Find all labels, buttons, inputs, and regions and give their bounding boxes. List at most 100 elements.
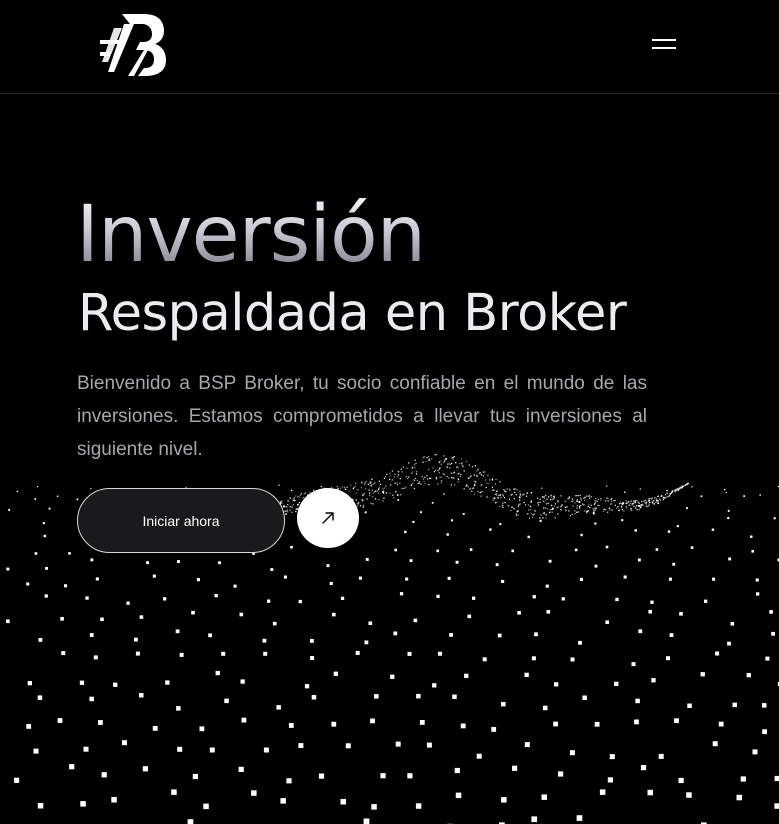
particle-dot <box>365 488 367 490</box>
particle-dot <box>653 499 656 502</box>
particle-dot <box>718 721 724 727</box>
particle-dot <box>479 472 481 474</box>
particle-dot <box>346 486 348 488</box>
particle-dot <box>240 679 245 684</box>
particle-dot <box>539 517 541 519</box>
particle-dot <box>594 721 600 727</box>
particle-dot <box>610 503 612 505</box>
particle-dot <box>481 484 483 486</box>
particle-dot <box>774 803 779 809</box>
particle-dot <box>298 599 302 604</box>
particle-dot <box>462 466 464 468</box>
particle-dot <box>83 746 89 752</box>
particle-dot <box>579 494 581 496</box>
hero-description: Bienvenido a BSP Broker, tu socio confia… <box>77 373 647 460</box>
particle-dot <box>576 507 578 509</box>
particle-dot <box>368 489 370 491</box>
particle-dot <box>666 492 668 494</box>
particle-dot <box>503 488 505 491</box>
particle-dot <box>295 495 297 497</box>
particle-dot <box>37 803 44 809</box>
particle-dot <box>371 489 373 491</box>
particle-dot <box>26 582 30 586</box>
particle-dot <box>251 790 257 796</box>
particle-dot <box>634 500 636 502</box>
particle-dot <box>543 496 545 498</box>
menu-button[interactable] <box>645 30 683 58</box>
particle-dot <box>374 482 376 484</box>
particle-dot <box>457 481 459 483</box>
particle-dot <box>628 504 630 506</box>
particle-dot <box>499 481 501 483</box>
particle-dot <box>600 497 602 500</box>
particle-dot <box>437 483 439 485</box>
particle-dot <box>595 497 597 500</box>
particle-dot <box>491 727 497 732</box>
menu-line-icon <box>652 39 676 41</box>
particle-dot <box>691 486 693 488</box>
particle-dot <box>146 561 149 565</box>
particle-dot <box>495 502 497 504</box>
particle-dot <box>435 478 437 480</box>
particle-dot <box>687 703 692 708</box>
particle-dot <box>648 498 650 500</box>
particle-dot <box>394 548 397 552</box>
particle-dot <box>424 483 426 485</box>
particle-dot <box>429 477 431 479</box>
particle-dot <box>362 494 364 497</box>
particle-dot <box>384 476 387 478</box>
particle-dot <box>100 617 104 622</box>
particle-dot <box>585 510 588 512</box>
particle-dot <box>649 497 651 500</box>
particle-dot <box>629 503 631 505</box>
particle-dot <box>517 505 520 507</box>
particle-dot <box>519 493 521 495</box>
particle-dot <box>532 595 536 599</box>
particle-dot <box>502 495 504 497</box>
particle-dot <box>584 499 586 501</box>
particle-dot <box>507 505 510 507</box>
particle-dot <box>641 500 643 503</box>
particle-dot <box>594 522 597 525</box>
particle-dot <box>399 477 401 480</box>
particle-dot <box>473 474 475 476</box>
particle-dot <box>440 480 443 482</box>
particle-dot <box>372 503 374 505</box>
particle-dot <box>165 680 170 685</box>
particle-dot <box>196 578 200 582</box>
particle-dot <box>576 815 583 821</box>
particle-dot <box>634 719 639 725</box>
particle-dot <box>297 495 299 498</box>
particle-dot <box>457 473 459 475</box>
particle-dot <box>175 629 180 634</box>
particle-dot <box>152 726 158 731</box>
particle-dot <box>587 495 589 497</box>
particle-dot <box>533 513 535 515</box>
particle-dot <box>547 502 549 504</box>
particle-dot <box>548 512 551 514</box>
particle-dot <box>332 612 336 617</box>
particle-dot <box>304 684 310 689</box>
particle-dot <box>371 484 373 486</box>
particle-dot <box>639 488 641 490</box>
particle-dot <box>364 640 369 645</box>
particle-dot <box>607 777 613 783</box>
arrow-button[interactable] <box>297 488 359 548</box>
particle-dot <box>657 502 659 505</box>
particle-dot <box>199 726 205 732</box>
particle-dot <box>654 497 656 499</box>
particle-dot <box>372 496 374 498</box>
particle-dot <box>587 505 589 508</box>
particle-dot <box>90 488 92 490</box>
particle-dot <box>488 482 490 484</box>
particle-dot <box>287 511 289 513</box>
particle-dot <box>412 520 415 523</box>
particle-dot <box>340 596 345 600</box>
particle-dot <box>677 489 679 491</box>
particle-dot <box>383 487 386 489</box>
particle-dot <box>588 495 590 497</box>
particle-dot <box>550 496 552 498</box>
start-now-button[interactable]: Iniciar ahora <box>77 488 285 553</box>
bsp-logo[interactable] <box>100 10 170 80</box>
particle-dot <box>203 803 209 810</box>
